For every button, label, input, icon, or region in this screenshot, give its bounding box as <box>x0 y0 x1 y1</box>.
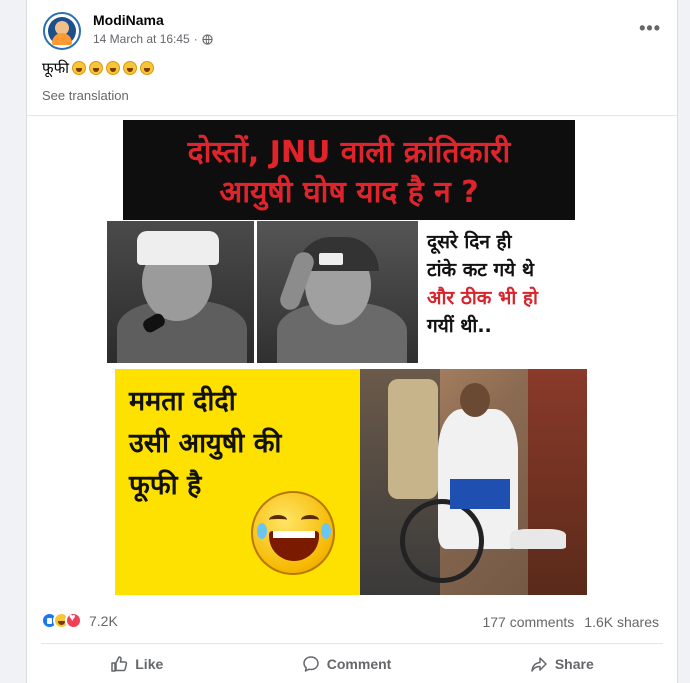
comment-icon <box>303 656 319 672</box>
post-card: ModiNama 14 March at 16:45 · ••• फूफी Se… <box>26 0 678 683</box>
laughing-emoji-icon <box>140 61 155 75</box>
share-label: Share <box>554 656 594 672</box>
image-side-text: दूसरे दिन ही टांके कट गये थे और ठीक भी ह… <box>427 228 587 340</box>
photo-wheelchair <box>360 369 587 595</box>
thumbs-up-icon <box>111 656 128 672</box>
comments-count[interactable]: 177 comments <box>482 614 574 630</box>
laughing-emoji-icon <box>72 61 87 75</box>
reactions-summary[interactable]: 7.2K <box>41 612 118 629</box>
shares-count[interactable]: 1.6K shares <box>584 614 659 630</box>
laughing-face-icon <box>251 491 335 575</box>
page-avatar[interactable] <box>43 12 81 50</box>
yellow-text-panel: ममता दीदी उसी आयुषी की फूफी है <box>115 369 360 595</box>
engagement-counts: 177 comments 1.6K shares <box>482 614 659 630</box>
post-actions: Like Comment Share <box>41 648 663 680</box>
comment-label: Comment <box>326 656 392 672</box>
post-caption: फूफी <box>42 58 155 78</box>
yellow-text-line-1: ममता दीदी <box>129 386 236 417</box>
meta-separator: · <box>193 32 198 46</box>
post-timestamp[interactable]: 14 March at 16:45 <box>93 32 190 46</box>
love-icon <box>65 612 82 629</box>
side-text-line-2: टांके कट गये थे <box>427 259 534 281</box>
side-text-line-3: और ठीक भी हो <box>427 287 538 309</box>
see-translation-link[interactable]: See translation <box>42 88 129 103</box>
image-banner: दोस्तों, JNU वाली क्रांतिकारी आयुषी घोष … <box>123 120 575 220</box>
divider <box>41 643 663 644</box>
post-meta: 14 March at 16:45 · <box>93 32 213 46</box>
laughing-emoji-icon <box>89 61 104 75</box>
caption-text: फूफी <box>42 60 70 77</box>
laughing-emoji-icon <box>123 61 138 75</box>
side-text-line-1: दूसरे दिन ही <box>427 231 512 253</box>
yellow-panel-text: ममता दीदी उसी आयुषी की फूफी है <box>129 381 281 507</box>
page-name[interactable]: ModiNama <box>93 12 164 28</box>
comment-button[interactable]: Comment <box>282 648 412 680</box>
like-button[interactable]: Like <box>90 648 183 680</box>
post-image[interactable]: दोस्तों, JNU वाली क्रांतिकारी आयुषी घोष … <box>107 116 587 602</box>
post-header: ModiNama 14 March at 16:45 · ••• <box>41 10 663 54</box>
banner-line-2: आयुषी घोष याद है न ? <box>219 175 479 210</box>
share-button[interactable]: Share <box>510 648 614 680</box>
yellow-text-line-3: फूफी है <box>129 470 202 501</box>
laughing-emoji-icon <box>106 61 121 75</box>
more-options-icon[interactable]: ••• <box>639 18 661 39</box>
banner-line-1: दोस्तों, JNU वाली क्रांतिकारी <box>187 135 511 170</box>
globe-icon[interactable] <box>202 33 213 45</box>
side-text-line-4: गयीं थी.. <box>427 315 492 337</box>
reactions-count[interactable]: 7.2K <box>89 613 118 629</box>
like-label: Like <box>135 656 164 672</box>
post-stats: 7.2K 177 comments 1.6K shares <box>41 612 663 634</box>
yellow-text-line-2: उसी आयुषी की <box>129 428 282 459</box>
photo-student-speaking <box>107 221 254 363</box>
share-arrow-icon <box>531 657 547 672</box>
photo-student-bandaged <box>257 221 418 363</box>
